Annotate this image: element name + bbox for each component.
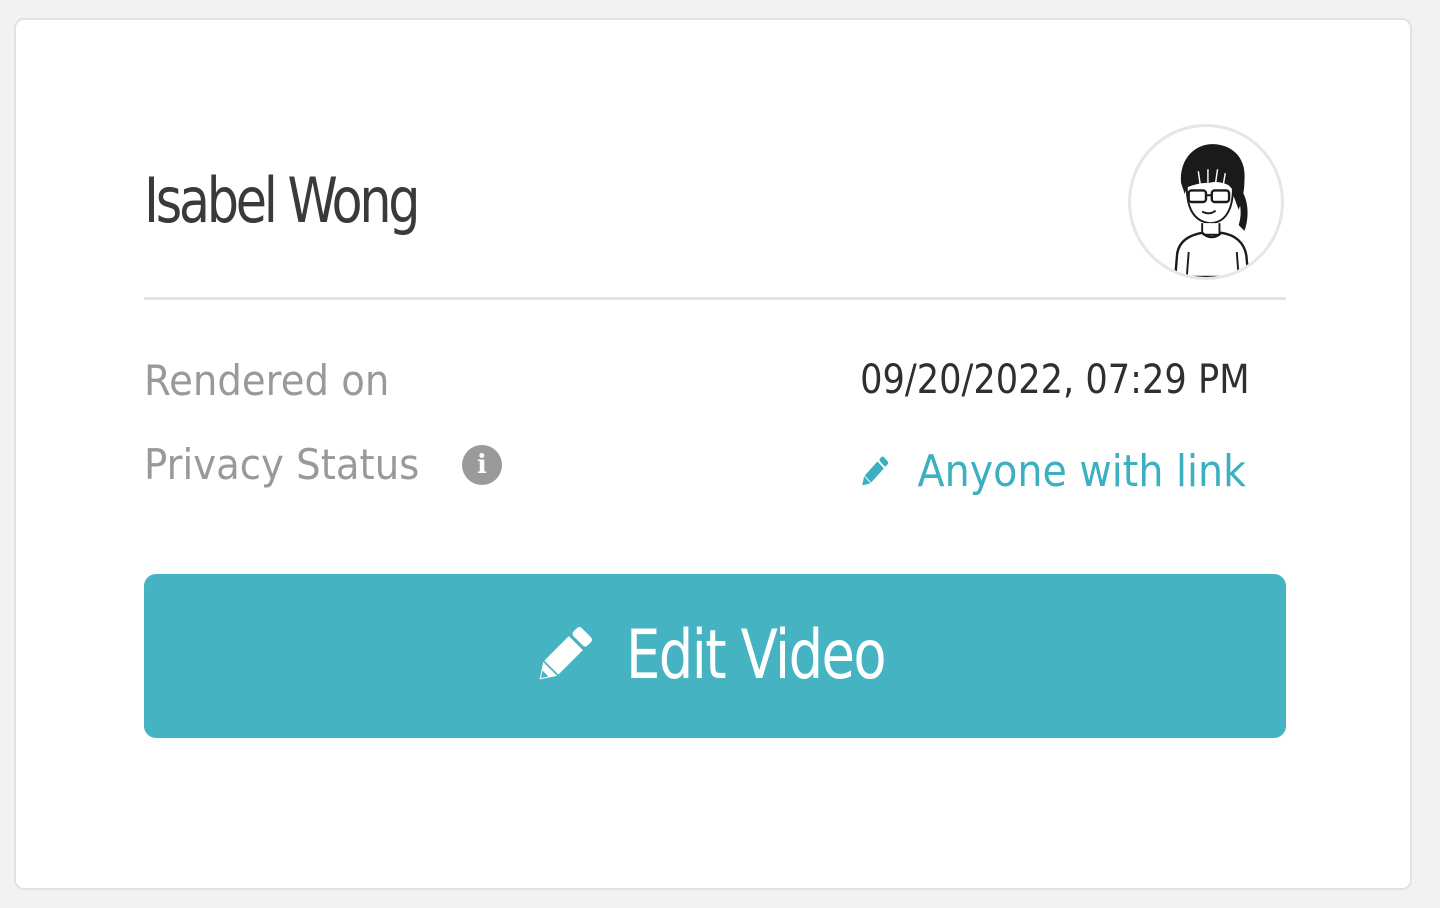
rendered-on-label: Rendered on — [144, 356, 390, 405]
rendered-on-value: 09/20/2022, 07:29 PM — [860, 357, 1250, 403]
edit-video-button[interactable]: Edit Video — [144, 574, 1286, 738]
edit-video-label: Edit Video — [626, 616, 887, 695]
pencil-icon — [862, 456, 889, 486]
info-icon[interactable]: i — [462, 445, 502, 485]
privacy-status-link[interactable]: Anyone with link — [856, 450, 1246, 494]
header-divider — [144, 297, 1286, 300]
privacy-status-value: Anyone with link — [917, 446, 1246, 497]
pencil-icon — [539, 627, 593, 680]
user-name: Isabel Wong — [144, 164, 421, 237]
user-avatar[interactable] — [1128, 124, 1284, 280]
privacy-status-label: Privacy Status — [144, 440, 420, 489]
video-info-card: Isabel Wong Rendered on 09/20/2022, 07:2… — [14, 18, 1412, 890]
avatar-illustration-icon — [1174, 144, 1250, 277]
